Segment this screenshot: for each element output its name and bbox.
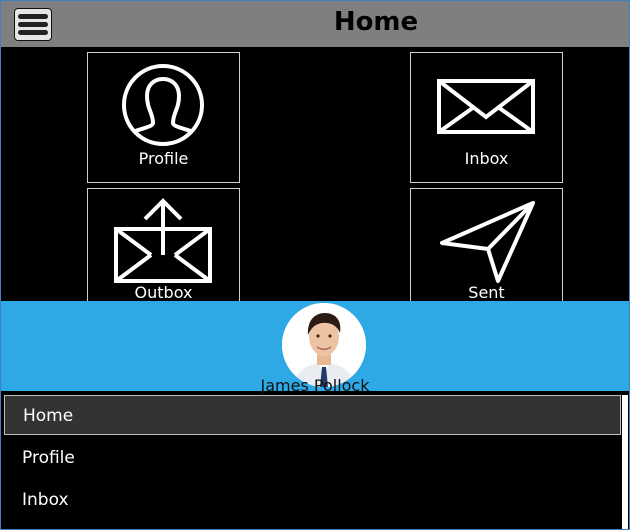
envelope-upload-icon	[114, 198, 212, 283]
profile-header: James Pollock	[1, 301, 629, 395]
menu-item-inbox[interactable]: Inbox	[4, 480, 621, 520]
tile-inbox[interactable]: Inbox	[410, 52, 563, 183]
tile-outbox[interactable]: Outbox	[87, 188, 240, 302]
paper-plane-icon	[440, 201, 535, 283]
envelope-icon	[437, 79, 535, 134]
tile-sent[interactable]: Sent	[410, 188, 563, 302]
tile-label: Profile	[138, 149, 189, 168]
menu-scrollbar[interactable]	[622, 395, 628, 529]
tile-label: Inbox	[464, 149, 509, 168]
tile-label: Outbox	[134, 283, 193, 302]
menu-item-profile[interactable]: Profile	[4, 438, 621, 478]
page-title: Home	[333, 7, 419, 37]
tile-label: Sent	[468, 283, 505, 302]
header-bar: Home	[1, 1, 629, 47]
app-window: Home Profile Inbox Outbox Sent James Pol…	[0, 0, 630, 530]
hamburger-icon[interactable]	[14, 8, 52, 41]
avatar[interactable]	[282, 303, 366, 387]
menu-item-home[interactable]: Home	[4, 395, 621, 435]
nav-menu: Home Profile Inbox	[2, 392, 622, 529]
tile-profile[interactable]: Profile	[87, 52, 240, 183]
person-icon	[122, 64, 204, 146]
user-photo	[282, 303, 366, 387]
